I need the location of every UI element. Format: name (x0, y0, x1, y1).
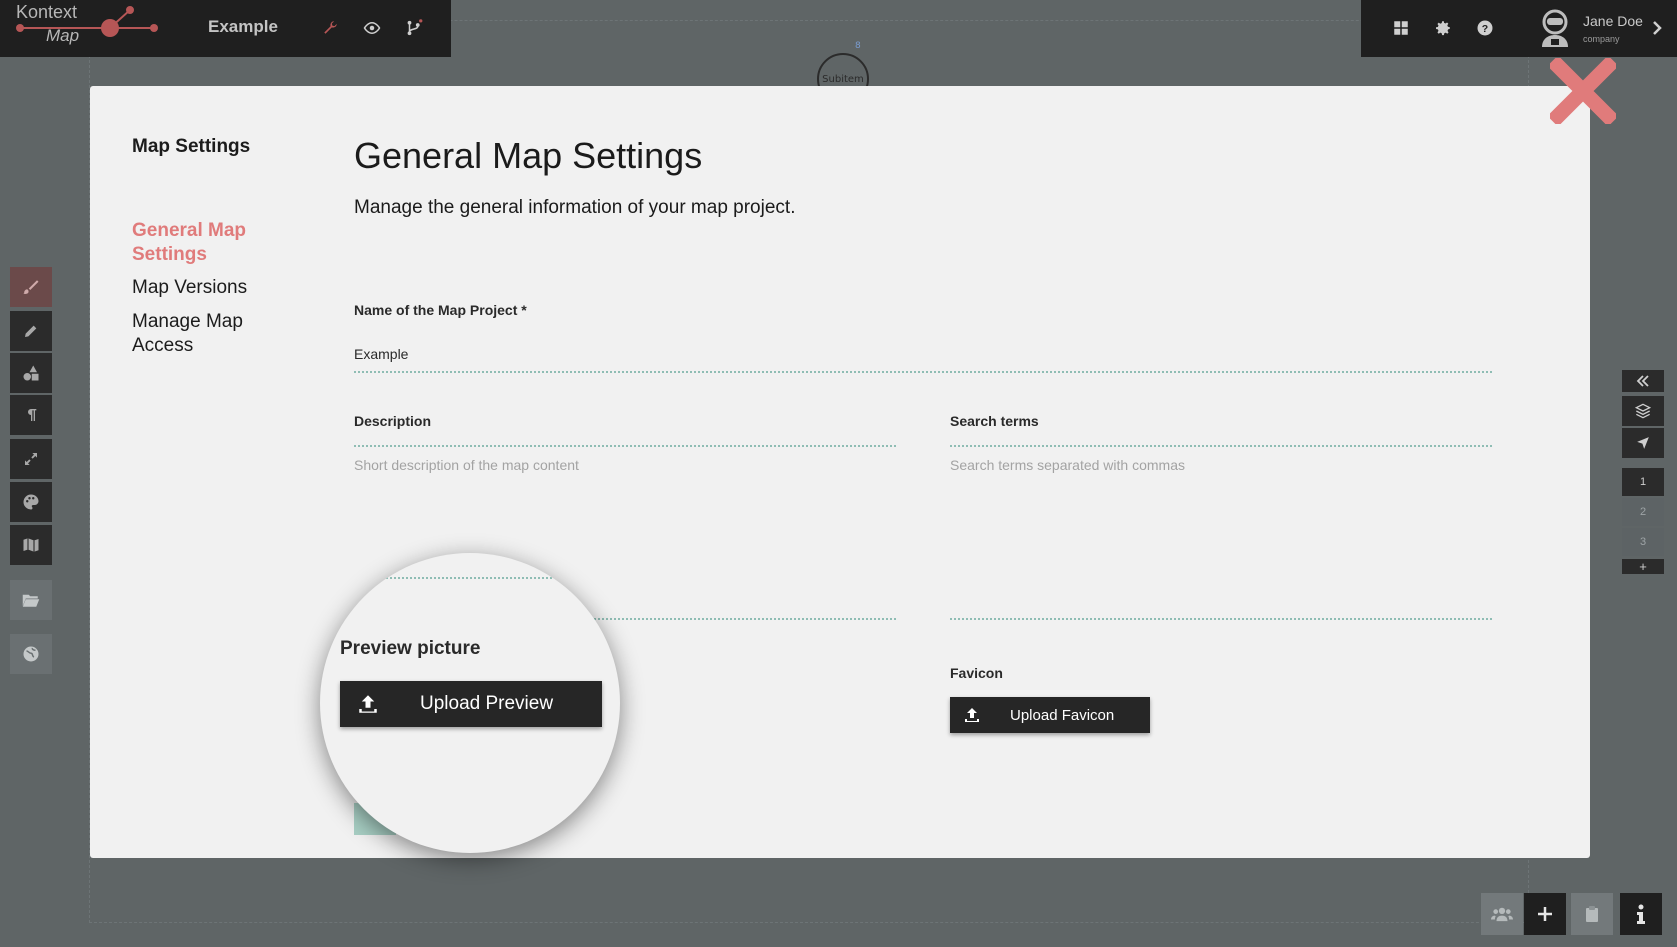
upload-icon (359, 695, 377, 713)
gear-icon[interactable] (1431, 16, 1455, 40)
folder-button[interactable] (10, 580, 52, 620)
wrench-icon[interactable] (318, 16, 342, 40)
upload-favicon-button[interactable]: Upload Favicon (950, 697, 1150, 733)
map-icon (23, 538, 39, 552)
page-button-2[interactable]: 2 (1622, 498, 1664, 526)
text-tool-button[interactable] (10, 395, 52, 435)
collapse-panel-button[interactable] (1622, 370, 1664, 392)
add-page-button[interactable]: + (1622, 559, 1664, 574)
upload-favicon-label: Upload Favicon (1010, 706, 1115, 724)
name-field-underline (354, 371, 1492, 373)
navigate-button[interactable] (1622, 428, 1664, 458)
clipboard-button[interactable] (1571, 893, 1613, 935)
sidebar-item-general-settings[interactable]: General Map Settings (132, 219, 292, 267)
pencil-icon (25, 325, 37, 337)
double-chevron-left-icon (1636, 375, 1649, 387)
globe-icon (23, 646, 39, 662)
resize-tool-button[interactable] (10, 439, 52, 479)
brush-tool-button[interactable] (10, 267, 52, 307)
page-button-3[interactable]: 3 (1622, 528, 1664, 556)
info-button[interactable] (1620, 893, 1662, 935)
users-icon (1491, 907, 1513, 922)
avatar[interactable] (1537, 9, 1573, 47)
upload-icon (965, 708, 979, 722)
palette-icon (23, 494, 39, 510)
layers-icon (1635, 403, 1651, 419)
location-arrow-icon (1637, 437, 1649, 449)
sidebar-item-map-versions[interactable]: Map Versions (132, 276, 292, 300)
shapes-icon (23, 365, 39, 381)
branch-icon[interactable] (402, 16, 426, 40)
user-company: company (1583, 34, 1620, 44)
plus-icon (1538, 907, 1552, 921)
description-top-line (354, 445, 896, 447)
sidebar-item-manage-access[interactable]: Manage Map Access (132, 310, 292, 358)
search-terms-bottom-line (950, 618, 1492, 620)
eye-icon[interactable] (360, 16, 384, 40)
favicon-label: Favicon (950, 665, 1003, 681)
add-button[interactable] (1524, 893, 1566, 935)
page-button-1[interactable]: 1 (1622, 468, 1664, 496)
paragraph-icon (28, 409, 37, 421)
sidebar-title: Map Settings (132, 136, 251, 157)
folder-open-icon (22, 594, 40, 607)
search-terms-label: Search terms (950, 413, 1039, 429)
layers-button[interactable] (1622, 396, 1664, 426)
grid-icon[interactable] (1389, 16, 1413, 40)
magnified-description-line (386, 577, 552, 579)
logo-text: Kontext (16, 2, 78, 22)
user-name[interactable]: Jane Doe (1583, 13, 1643, 29)
preview-picture-label: Preview picture (340, 638, 481, 659)
svg-text:?: ? (1482, 23, 1488, 35)
clipboard-icon (1586, 906, 1598, 922)
info-icon (1637, 904, 1645, 924)
upload-preview-label: Upload Preview (420, 693, 554, 714)
users-button[interactable] (1481, 893, 1523, 935)
logo-subtext: Map (46, 26, 80, 45)
search-terms-input[interactable] (950, 457, 1490, 607)
pencil-tool-button[interactable] (10, 311, 52, 351)
help-icon[interactable]: ? (1473, 16, 1497, 40)
brush-icon (23, 280, 39, 294)
node-label: Subitem (822, 73, 864, 85)
upload-preview-button[interactable]: Upload Preview (340, 681, 602, 727)
palette-tool-button[interactable] (10, 482, 52, 522)
chevron-right-icon[interactable] (1650, 19, 1664, 37)
map-tool-button[interactable] (10, 525, 52, 565)
shapes-tool-button[interactable] (10, 353, 52, 393)
node-badge: 8 (855, 41, 861, 51)
expand-icon (25, 453, 37, 465)
close-icon[interactable] (1547, 55, 1619, 127)
search-terms-top-line (950, 445, 1492, 447)
page-subtitle: Manage the general information of your m… (354, 197, 796, 218)
description-label: Description (354, 413, 432, 429)
name-field-label: Name of the Map Project * (354, 302, 527, 318)
map-title[interactable]: Example (208, 17, 278, 37)
page-title: General Map Settings (354, 135, 703, 176)
magnifier-callout: Preview picture Upload Preview (320, 553, 620, 853)
globe-button[interactable] (10, 634, 52, 674)
top-toolbar-left: Kontext Map Example (0, 0, 451, 57)
name-field[interactable] (354, 343, 1491, 365)
